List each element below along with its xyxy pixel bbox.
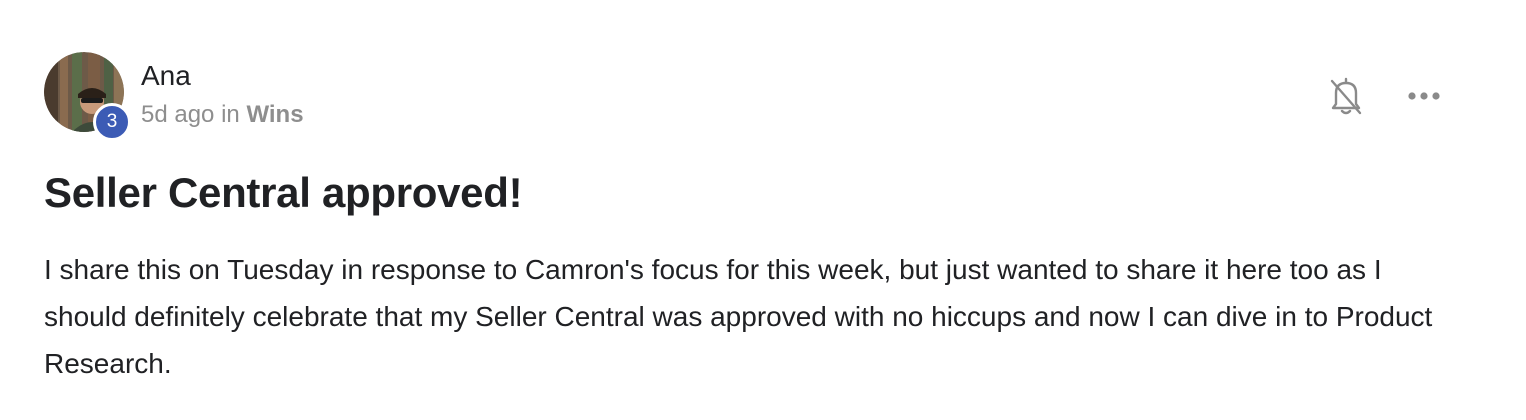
post-meta: Ana 5d ago in Wins — [141, 58, 304, 130]
level-badge: 3 — [93, 103, 131, 141]
post-actions — [1322, 72, 1448, 120]
author-avatar-container[interactable]: 3 — [44, 52, 131, 141]
level-badge-number: 3 — [106, 111, 118, 132]
more-options-button[interactable] — [1400, 72, 1448, 120]
post-header: 3 Ana 5d ago in Wins — [44, 52, 304, 141]
post-body: I share this on Tuesday in response to C… — [44, 254, 1433, 379]
post-meta-line: 5d ago in Wins — [141, 100, 304, 130]
notifications-toggle-button[interactable] — [1322, 72, 1370, 120]
post-card: 3 Ana 5d ago in Wins Seller Central appr… — [0, 0, 1526, 420]
post-meta-in: in — [221, 101, 240, 128]
author-name-link[interactable]: Ana — [141, 58, 304, 94]
bell-off-icon — [1330, 77, 1362, 115]
more-horizontal-icon — [1408, 92, 1440, 100]
category-link[interactable]: Wins — [246, 101, 303, 128]
post-title[interactable]: Seller Central approved! — [44, 168, 523, 218]
post-time-ago: 5d ago — [141, 101, 215, 128]
